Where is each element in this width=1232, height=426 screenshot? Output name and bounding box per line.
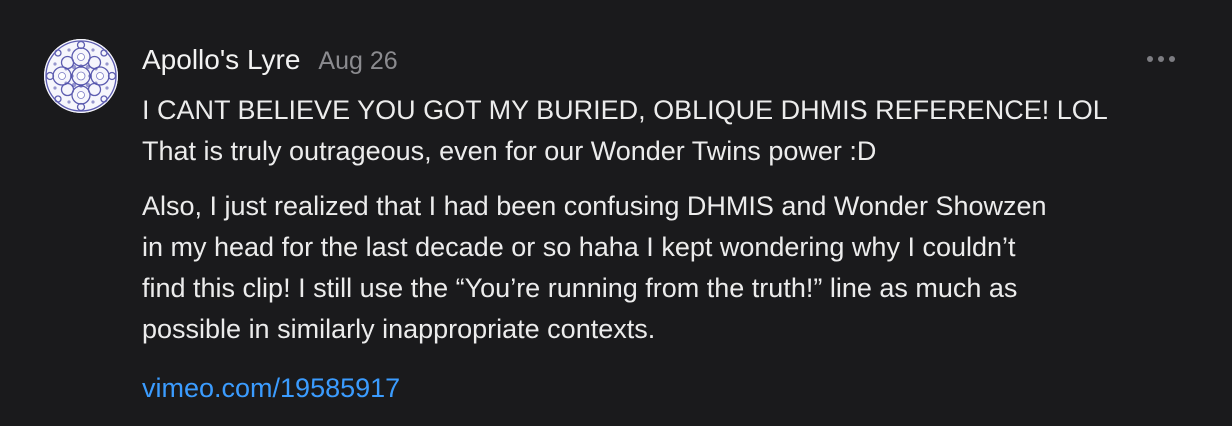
comment-card: Apollo's Lyre Aug 26 I CANT BELIEVE YOU … (0, 0, 1232, 426)
fractal-circle-avatar-icon (44, 39, 118, 113)
more-options-button[interactable] (1147, 52, 1175, 66)
comment-paragraph: I CANT BELIEVE YOU GOT MY BURIED, OBLIQU… (142, 95, 1108, 166)
comment-paragraph: Also, I just realized that I had been co… (142, 191, 1047, 344)
comment-header: Apollo's Lyre Aug 26 (142, 44, 398, 80)
more-horizontal-icon-dot (1158, 56, 1164, 62)
comment-body: I CANT BELIEVE YOU GOT MY BURIED, OBLIQU… (142, 90, 1202, 409)
author-name[interactable]: Apollo's Lyre (142, 44, 300, 76)
more-horizontal-icon-dot (1169, 56, 1175, 62)
video-link[interactable]: vimeo.com/19585917 (142, 368, 400, 409)
comment-date[interactable]: Aug 26 (318, 47, 397, 76)
avatar[interactable] (44, 39, 118, 113)
more-horizontal-icon-dot (1147, 56, 1153, 62)
